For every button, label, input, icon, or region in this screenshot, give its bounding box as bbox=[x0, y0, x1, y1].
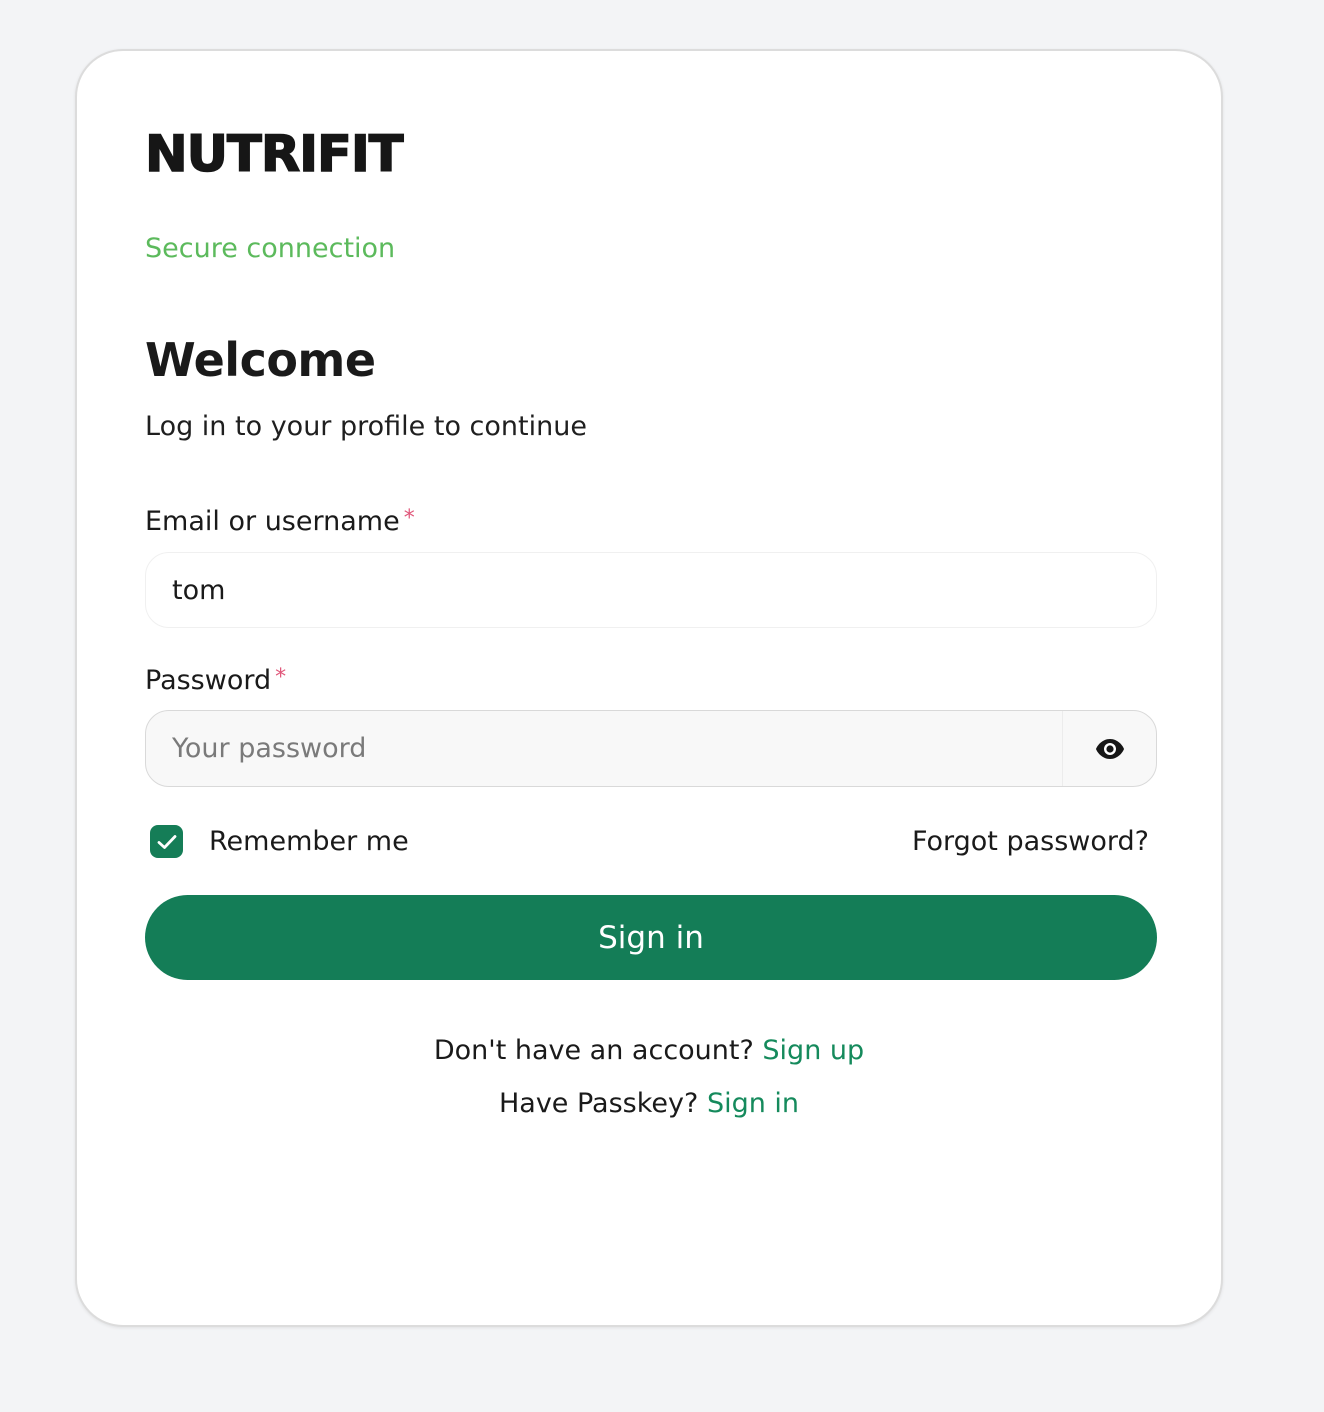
signup-prompt: Don't have an account? Sign up bbox=[77, 1035, 1221, 1067]
eye-icon bbox=[1095, 738, 1124, 759]
sign-in-button[interactable]: Sign in bbox=[145, 895, 1157, 980]
page-title: Welcome bbox=[145, 333, 376, 387]
email-required-mark: * bbox=[403, 506, 415, 531]
forgot-password-link[interactable]: Forgot password? bbox=[912, 825, 1149, 858]
brand-logo: NUTRIFIT bbox=[144, 125, 404, 183]
secure-connection-notice: Secure connection bbox=[145, 233, 396, 264]
passkey-prompt: Have Passkey? Sign in bbox=[77, 1088, 1221, 1120]
checkmark-icon bbox=[157, 834, 176, 849]
toggle-password-visibility-button[interactable] bbox=[1062, 711, 1156, 786]
password-label: Password * bbox=[145, 665, 286, 697]
password-field bbox=[145, 710, 1157, 787]
sign-up-link[interactable]: Sign up bbox=[762, 1035, 864, 1066]
email-input[interactable] bbox=[145, 552, 1157, 628]
password-label-text: Password bbox=[145, 665, 272, 696]
remember-me-label: Remember me bbox=[209, 826, 409, 857]
signup-prompt-text: Don't have an account? bbox=[433, 1035, 754, 1066]
login-card: NUTRIFIT Secure connection Welcome Log i… bbox=[75, 49, 1223, 1327]
email-label: Email or username * bbox=[145, 506, 415, 538]
remember-me-checkbox[interactable]: Remember me bbox=[150, 825, 409, 858]
password-required-mark: * bbox=[275, 665, 287, 690]
passkey-sign-in-link[interactable]: Sign in bbox=[707, 1088, 799, 1119]
email-label-text: Email or username bbox=[145, 506, 400, 537]
password-input[interactable] bbox=[146, 711, 1063, 786]
passkey-prompt-text: Have Passkey? bbox=[498, 1088, 699, 1119]
page-subtitle: Log in to your profile to continue bbox=[145, 411, 587, 442]
checkbox-box[interactable] bbox=[150, 825, 183, 858]
